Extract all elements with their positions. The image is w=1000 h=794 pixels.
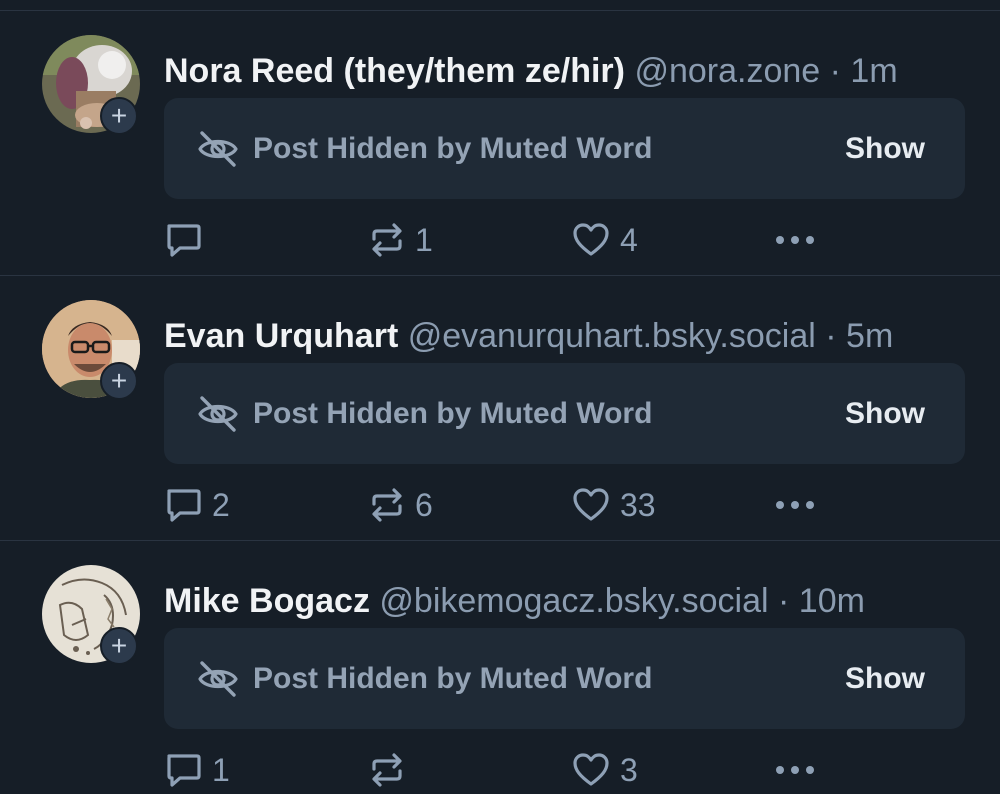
repost-icon (372, 223, 402, 257)
like-count: 33 (620, 487, 656, 523)
more-options-button[interactable] (774, 482, 816, 528)
more-icon (776, 766, 814, 774)
reply-icon (167, 489, 201, 522)
hidden-post-notice: Post Hidden by Muted Word Show (164, 363, 965, 464)
repost-button[interactable]: 6 (369, 482, 433, 528)
repost-button[interactable]: 1 (369, 217, 433, 263)
separator: · (829, 52, 841, 90)
like-button[interactable]: 33 (572, 482, 656, 528)
post-header: Mike Bogacz @bikemogacz.bsky.social · 10… (164, 579, 865, 623)
follow-button[interactable]: + (100, 627, 138, 665)
hidden-label: Post Hidden by Muted Word (253, 662, 653, 695)
more-icon (776, 236, 814, 244)
repost-icon (372, 753, 402, 787)
hidden-post-notice: Post Hidden by Muted Word Show (164, 98, 965, 199)
show-button[interactable]: Show (845, 98, 925, 199)
follow-button[interactable]: + (100, 97, 138, 135)
author-name[interactable]: Mike Bogacz (164, 582, 370, 620)
more-icon (776, 501, 814, 509)
post-item[interactable]: + Nora Reed (they/them ze/hir) @nora.zon… (0, 11, 1000, 276)
show-button[interactable]: Show (845, 363, 925, 464)
post-actions: 2 6 33 (164, 482, 864, 528)
show-button[interactable]: Show (845, 628, 925, 729)
author-handle[interactable]: @nora.zone (634, 52, 820, 90)
like-count: 3 (620, 752, 638, 788)
hidden-post-notice: Post Hidden by Muted Word Show (164, 628, 965, 729)
author-handle[interactable]: @evanurquhart.bsky.social (408, 317, 816, 355)
reply-icon (167, 754, 201, 787)
author-name[interactable]: Evan Urquhart (164, 317, 398, 355)
post-actions: 1 4 (164, 217, 864, 263)
eye-off-icon (198, 661, 238, 697)
reply-icon (167, 224, 201, 257)
post-time[interactable]: 10m (799, 582, 865, 620)
eye-off-icon (198, 131, 238, 167)
post-item[interactable]: + Evan Urquhart @evanurquhart.bsky.socia… (0, 276, 1000, 541)
repost-count: 1 (415, 222, 433, 258)
post-time[interactable]: 1m (850, 52, 897, 90)
hidden-label: Post Hidden by Muted Word (253, 132, 653, 165)
reply-count: 1 (212, 752, 230, 788)
separator: · (778, 582, 790, 620)
reply-button[interactable]: 2 (164, 482, 230, 528)
more-options-button[interactable] (774, 217, 816, 263)
repost-icon (372, 488, 402, 522)
heart-icon (573, 753, 609, 786)
more-options-button[interactable] (774, 747, 816, 793)
post-actions: 1 3 (164, 747, 864, 793)
reply-button[interactable] (164, 217, 212, 263)
follow-button[interactable]: + (100, 362, 138, 400)
heart-icon (573, 223, 609, 256)
repost-button[interactable] (369, 747, 415, 793)
post-header: Evan Urquhart @evanurquhart.bsky.social … (164, 314, 893, 358)
plus-icon: + (110, 365, 128, 396)
like-button[interactable]: 4 (572, 217, 638, 263)
heart-icon (573, 488, 609, 521)
separator: · (825, 317, 837, 355)
plus-icon: + (110, 630, 128, 661)
post-time[interactable]: 5m (846, 317, 893, 355)
post-header: Nora Reed (they/them ze/hir) @nora.zone … (164, 49, 898, 93)
plus-icon: + (110, 100, 128, 131)
post-feed: + Nora Reed (they/them ze/hir) @nora.zon… (0, 0, 1000, 794)
author-name[interactable]: Nora Reed (they/them ze/hir) (164, 52, 625, 90)
eye-off-icon (198, 396, 238, 432)
author-handle[interactable]: @bikemogacz.bsky.social (379, 582, 768, 620)
like-count: 4 (620, 222, 638, 258)
repost-count: 6 (415, 487, 433, 523)
hidden-label: Post Hidden by Muted Word (253, 397, 653, 430)
reply-count: 2 (212, 487, 230, 523)
like-button[interactable]: 3 (572, 747, 638, 793)
reply-button[interactable]: 1 (164, 747, 230, 793)
post-item[interactable]: + Mike Bogacz @bikemogacz.bsky.social · … (0, 541, 1000, 794)
